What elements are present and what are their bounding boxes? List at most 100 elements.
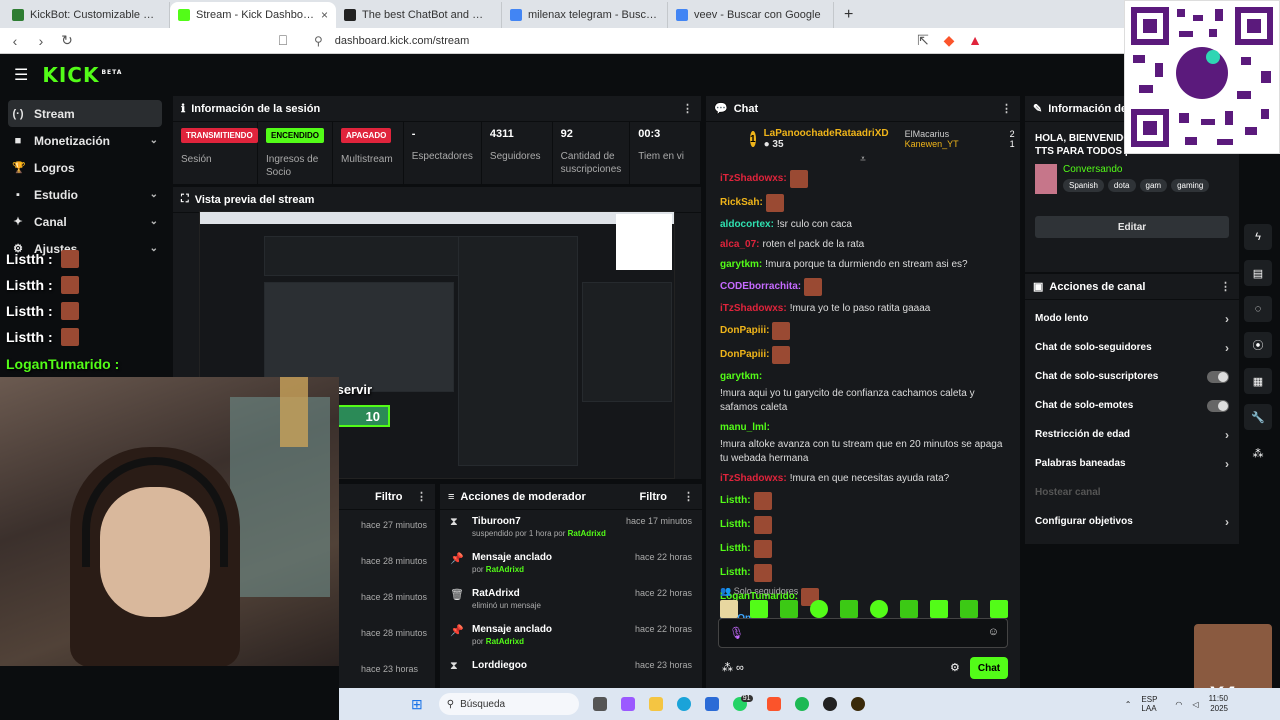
leader-user[interactable]: LaPanoochadeRataadriXD (764, 128, 889, 139)
browser-tab[interactable]: KickBot: Customizable Chat Bot for K (4, 2, 170, 28)
mod-action-row[interactable]: 🗑 RatAdrixd eliminó un mensaje hace 22 hor… (440, 582, 702, 618)
chat-username[interactable]: iTzShadowxs: (720, 172, 787, 186)
mod-action-row[interactable]: ⧗ Lorddiegoo hace 23 horas (440, 654, 702, 690)
brave-icon[interactable] (766, 697, 781, 711)
chat-username[interactable]: DonPapiii: (720, 348, 769, 362)
back-icon[interactable]: ‹ (8, 33, 22, 49)
chat-username[interactable]: RickSah: (720, 196, 763, 210)
mod-action-actor[interactable]: RatAdrixd (486, 637, 524, 646)
toggle-switch[interactable] (1207, 399, 1229, 412)
url-field[interactable]: dashboard.kick.com/stream (335, 35, 470, 47)
emote-icon[interactable] (720, 600, 738, 618)
task-view-icon[interactable] (592, 697, 607, 711)
layout-icon[interactable]: ▦ (1244, 368, 1272, 394)
chat-settings-icon[interactable]: ⚙ (950, 661, 960, 674)
nodes-icon[interactable]: ⁂ (1244, 440, 1272, 466)
emote-icon[interactable] (840, 600, 858, 618)
browser-tab[interactable]: Stream - Kick Dashboard × (170, 2, 336, 28)
channel-action[interactable]: Configurar objetivos › (1025, 507, 1239, 536)
bookmark-icon[interactable]: ⎕ (276, 32, 290, 49)
sidebar-item-estudio[interactable]: ▪ Estudio ⌄ (0, 181, 170, 208)
clock[interactable]: 11:50 2025 (1209, 694, 1228, 714)
emote-icon[interactable] (960, 600, 978, 618)
emote-icon[interactable] (900, 600, 918, 618)
chat-username[interactable]: iTzShadowxs: (720, 472, 787, 486)
edit-button[interactable]: Editar (1035, 216, 1229, 238)
chat-username[interactable]: garytkm: (720, 258, 762, 272)
chat-username[interactable]: DonPapiii: (720, 324, 769, 338)
mod-action-actor[interactable]: RatAdrixd (486, 565, 524, 574)
mod-action-row[interactable]: ⧗ Tiburoon7 suspendido por 1 hora por RatA… (440, 510, 702, 546)
chevron-down-icon[interactable]: ⌄ (150, 243, 158, 254)
channel-action[interactable]: Modo lento › (1025, 304, 1239, 333)
emote-icon[interactable] (810, 600, 828, 618)
browser-tab[interactable]: The best ChatBot and Widgets for Ki (336, 2, 502, 28)
tag-chip[interactable]: Spanish (1063, 179, 1104, 192)
emote-icon[interactable] (990, 600, 1008, 618)
chat-username[interactable]: Listth: (720, 542, 751, 556)
sidebar-item-canal[interactable]: ✦ Canal ⌄ (0, 208, 170, 235)
chat-username[interactable]: manu_lml: (720, 421, 770, 435)
chevron-down-icon[interactable]: ⌄ (150, 216, 158, 227)
taskbar-search[interactable]: ⚲ Búsqueda (438, 693, 579, 715)
more-icon[interactable]: ⋮ (416, 490, 427, 503)
file-explorer-icon[interactable] (648, 697, 663, 711)
channel-action[interactable]: Palabras baneadas › (1025, 449, 1239, 478)
site-info-icon[interactable]: ⚲ (314, 34, 323, 48)
mod-action-row[interactable]: 📌 Mensaje anclado por RatAdrixd hace 22 hor… (440, 618, 702, 654)
mod-action-row[interactable]: 📌 Mensaje anclado por RatAdrixd hace 22 hor… (440, 546, 702, 582)
channel-action[interactable]: Chat de solo-seguidores › (1025, 333, 1239, 362)
emote-icon[interactable] (750, 600, 768, 618)
chat-username[interactable]: garytkm: (720, 370, 762, 384)
share-icon[interactable]: ⇱ (916, 32, 930, 49)
chat-username[interactable]: CODEborrachita: (720, 280, 801, 294)
close-icon[interactable]: × (321, 8, 328, 22)
more-icon[interactable]: ⋮ (1220, 280, 1231, 293)
tray-chevron-icon[interactable]: ⌃ (1125, 700, 1132, 709)
brave-shield-icon[interactable]: ◆ (942, 32, 956, 49)
tag-chip[interactable]: gaming (1171, 179, 1210, 192)
chat-username[interactable]: aldocortex: (720, 218, 774, 232)
channel-action[interactable]: Restricción de edad › (1025, 420, 1239, 449)
sidebar-item-monetización[interactable]: ■ Monetización ⌄ (0, 127, 170, 154)
broadcast-icon[interactable]: ⦿ (1244, 332, 1272, 358)
copilot-icon[interactable] (620, 697, 635, 711)
channel-action[interactable]: Chat de solo-suscriptores (1025, 362, 1239, 391)
mic-icon[interactable]: 🎙 (729, 626, 744, 640)
language-indicator[interactable]: ESP LAA (1141, 695, 1165, 713)
leader-side-user[interactable]: ElMacarius 2 (905, 129, 1015, 139)
kick-logo[interactable]: KICK BETA (42, 63, 122, 87)
emote-icon[interactable] (930, 600, 948, 618)
spotify-icon[interactable] (794, 697, 809, 711)
reload-icon[interactable]: ↻ (60, 32, 74, 49)
emote-menu-icon[interactable]: ⁂ ∞ (722, 661, 744, 674)
emoji-icon[interactable]: ☺ (988, 626, 999, 638)
mod-filter[interactable]: Filtro (640, 491, 668, 503)
menu-icon[interactable]: ☰ (14, 65, 28, 85)
chat-username[interactable]: Listth: (720, 566, 751, 580)
more-icon[interactable]: ⋮ (683, 490, 694, 503)
tag-chip[interactable]: dota (1107, 179, 1136, 192)
category-name[interactable]: Conversando (1063, 164, 1209, 175)
more-icon[interactable]: ⋮ (1001, 102, 1012, 115)
new-tab-icon[interactable]: + (834, 2, 863, 28)
edge-icon[interactable] (676, 697, 691, 711)
document-icon[interactable]: ▤ (1244, 260, 1272, 286)
chevron-down-icon[interactable]: ⌄ (150, 189, 158, 200)
channel-action[interactable]: Chat de solo-emotes (1025, 391, 1239, 420)
emote-icon[interactable] (870, 600, 888, 618)
emote-icon[interactable] (780, 600, 798, 618)
store-icon[interactable] (704, 697, 719, 711)
volume-icon[interactable]: ◁ (1192, 700, 1198, 709)
sidebar-item-logros[interactable]: 🏆 Logros (0, 154, 170, 181)
obs-icon[interactable] (822, 697, 837, 711)
windows-start-icon[interactable]: ⊞ (411, 696, 423, 713)
chat-bubble-icon[interactable]: ◌ (1244, 296, 1272, 322)
lightning-icon[interactable]: ϟ (1244, 224, 1272, 250)
chevron-down-icon[interactable]: ⌄ (150, 135, 158, 146)
log-filter[interactable]: Filtro (375, 491, 403, 503)
chat-username[interactable]: Listth: (720, 518, 751, 532)
sidebar-item-stream[interactable]: (·) Stream (8, 100, 162, 127)
app-icon[interactable] (850, 697, 865, 711)
wifi-icon[interactable]: ◠ (1175, 700, 1182, 709)
